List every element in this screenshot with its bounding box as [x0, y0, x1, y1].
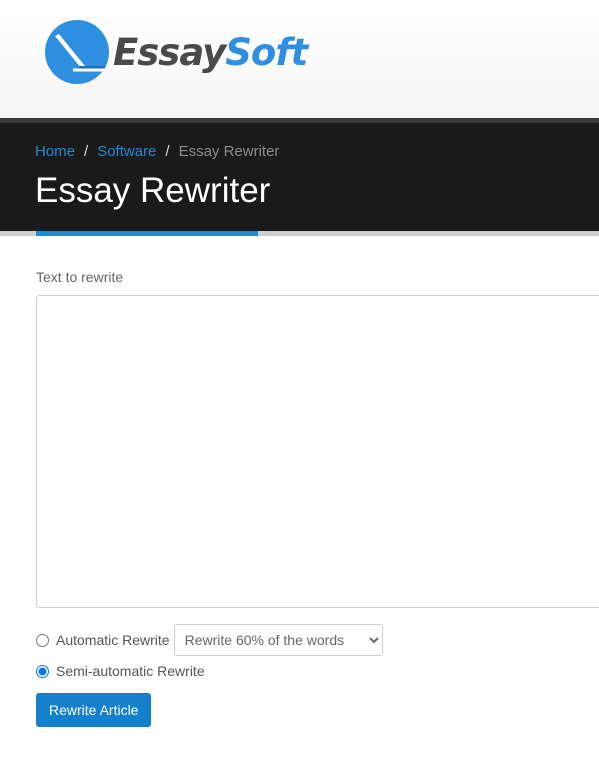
semi-automatic-rewrite-radio[interactable] — [36, 664, 49, 678]
logo-text-soft: Soft — [225, 30, 308, 74]
text-to-rewrite-label: Text to rewrite — [36, 269, 124, 285]
semi-automatic-rewrite-option: Semi-automatic Rewrite — [36, 663, 205, 679]
logo-text-essay: Essay — [113, 30, 226, 74]
breadcrumb-current: Essay Rewriter — [178, 143, 280, 160]
pencil-icon — [45, 20, 109, 84]
breadcrumb-separator: / — [165, 143, 170, 160]
breadcrumb-separator: / — [84, 143, 89, 160]
automatic-rewrite-radio[interactable] — [36, 633, 49, 647]
page-header-band: Home / Software / Essay Rewriter Essay Rewri… — [0, 118, 599, 236]
rewrite-percentage-select[interactable]: Rewrite 60% of the words — [173, 624, 383, 656]
breadcrumb-software-link[interactable]: Software — [97, 143, 156, 160]
automatic-rewrite-label[interactable]: Automatic Rewrite — [56, 632, 170, 648]
automatic-rewrite-option: Automatic Rewrite Rewrite 60% of the wor… — [36, 624, 383, 656]
logo-wordmark: EssaySoft — [113, 30, 308, 74]
breadcrumb-home-link[interactable]: Home — [35, 143, 75, 160]
rewrite-article-button[interactable]: Rewrite Article — [36, 693, 152, 727]
breadcrumb: Home / Software / Essay Rewriter — [35, 143, 279, 160]
site-header: EssaySoft — [0, 0, 599, 118]
header-accent-bar — [36, 231, 258, 236]
text-to-rewrite-input[interactable] — [36, 295, 599, 608]
semi-automatic-rewrite-label[interactable]: Semi-automatic Rewrite — [56, 663, 205, 679]
site-logo[interactable]: EssaySoft — [45, 20, 308, 84]
page-title: Essay Rewriter — [35, 171, 271, 210]
